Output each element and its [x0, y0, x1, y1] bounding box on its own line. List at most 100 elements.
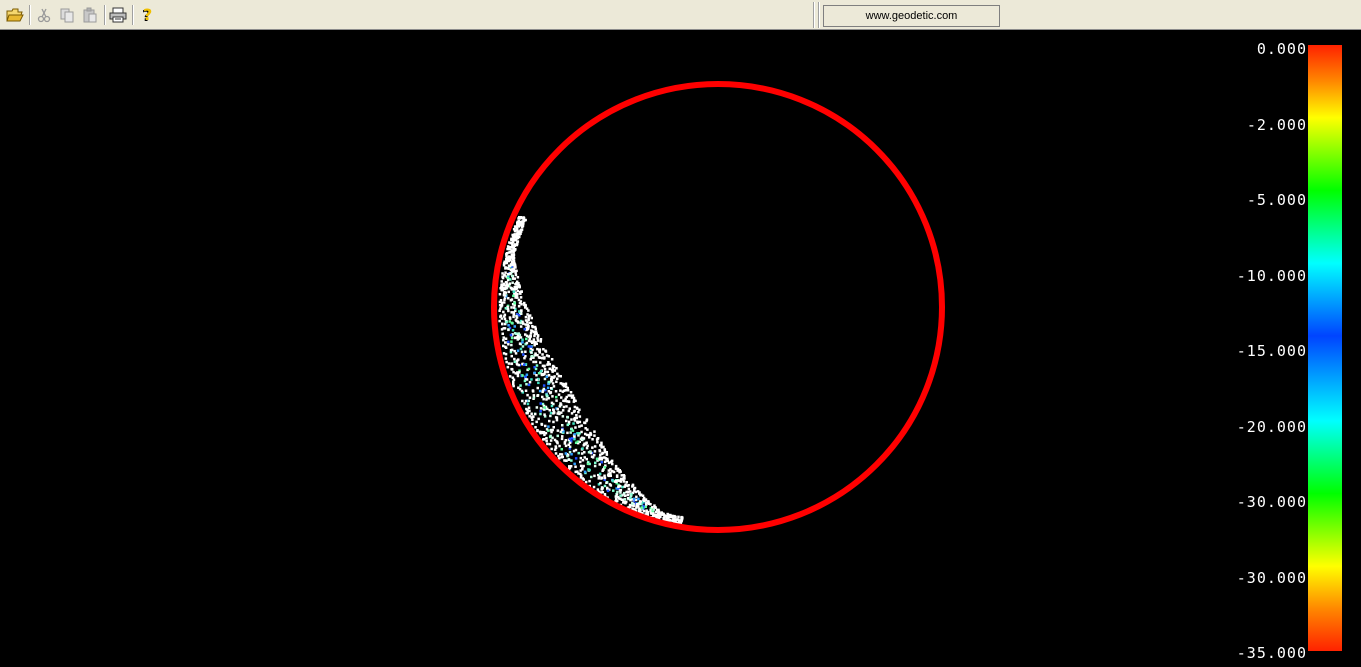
scan-point: [572, 422, 575, 425]
scan-point: [501, 332, 504, 335]
scan-point: [531, 341, 534, 344]
scan-point: [524, 319, 528, 322]
scan-point: [530, 351, 533, 354]
scan-point: [593, 474, 596, 478]
status-separator: [813, 2, 815, 28]
scan-point: [512, 370, 515, 374]
scan-point: [550, 368, 554, 372]
scan-point: [584, 480, 588, 484]
scan-point: [524, 218, 527, 222]
scan-point: [587, 468, 590, 471]
scan-point: [536, 347, 539, 351]
scan-point: [521, 224, 525, 228]
help-button[interactable]: ? ?: [137, 5, 157, 25]
scan-point: [550, 401, 554, 405]
scan-point: [625, 481, 628, 484]
scan-point: [573, 433, 576, 436]
scan-point: [516, 336, 519, 339]
scan-point: [503, 313, 507, 317]
scan-point: [619, 485, 622, 488]
scan-point: [509, 299, 513, 302]
scan-point: [593, 445, 597, 448]
scan-point: [564, 452, 568, 455]
scan-point: [535, 374, 538, 377]
scan-point: [585, 419, 588, 423]
url-label[interactable]: www.geodetic.com: [823, 5, 1000, 27]
scan-point: [507, 328, 510, 332]
scan-point: [531, 325, 535, 329]
scan-point: [561, 415, 565, 418]
copy-button[interactable]: [57, 5, 77, 25]
scan-point: [536, 386, 539, 390]
scan-point: [591, 446, 594, 449]
scan-point: [561, 409, 565, 412]
scan-point: [520, 389, 524, 393]
scan-point: [544, 349, 547, 352]
scan-point: [545, 439, 548, 443]
scan-point: [600, 476, 604, 479]
scan-point: [533, 343, 536, 347]
scan-point: [554, 390, 558, 393]
scan-point: [549, 411, 553, 415]
scan-point: [511, 257, 515, 261]
scan-point: [505, 360, 508, 364]
scan-point: [598, 472, 602, 476]
scan-point: [548, 419, 551, 423]
scan-point: [604, 457, 607, 460]
scan-point: [503, 294, 507, 297]
scan-point: [506, 365, 510, 369]
scan-point: [589, 433, 593, 436]
paste-button[interactable]: [80, 5, 100, 25]
scan-point: [609, 484, 613, 487]
scan-point: [512, 315, 515, 319]
scan-point: [532, 394, 536, 397]
scan-point: [505, 320, 508, 324]
scan-point: [546, 370, 550, 374]
scan-point: [622, 500, 626, 504]
scan-point: [505, 254, 508, 257]
scan-point: [547, 361, 550, 364]
scan-point: [628, 503, 632, 507]
scan-point: [527, 326, 530, 329]
scan-point: [500, 280, 503, 283]
scan-point: [593, 450, 597, 453]
scan-point: [512, 253, 516, 256]
scan-point: [564, 459, 568, 462]
scan-point: [595, 438, 599, 441]
scan-point: [569, 391, 573, 394]
scan-point: [577, 410, 580, 414]
scan-point: [579, 464, 583, 468]
cut-button[interactable]: [34, 5, 54, 25]
print-button[interactable]: [108, 5, 128, 25]
scan-point: [534, 353, 537, 356]
scan-point: [550, 379, 554, 382]
scan-point: [551, 395, 554, 398]
toolbar-separator: [29, 5, 31, 25]
scan-point: [519, 296, 523, 299]
scan-point: [629, 496, 632, 499]
deformation-plot: [491, 81, 945, 533]
scan-point: [565, 385, 568, 389]
scan-point: [516, 349, 520, 352]
scan-point: [615, 474, 619, 477]
scan-point: [652, 508, 655, 511]
scan-point: [510, 343, 513, 347]
scan-point: [513, 336, 517, 340]
scan-point: [570, 396, 574, 399]
scan-point: [602, 468, 605, 471]
scan-point: [544, 424, 547, 428]
scan-point: [542, 384, 546, 387]
scan-point: [522, 216, 525, 219]
scan-point: [506, 252, 509, 255]
scan-point: [619, 494, 622, 497]
scan-point: [510, 362, 514, 365]
scan-point: [506, 272, 510, 276]
open-button[interactable]: [5, 5, 25, 25]
scan-point: [508, 282, 512, 285]
scan-point: [530, 316, 533, 320]
scan-point: [575, 406, 579, 410]
scan-point: [601, 451, 604, 455]
toolbar-separator: [132, 5, 134, 25]
scan-point: [529, 334, 532, 337]
scan-point: [574, 470, 577, 474]
